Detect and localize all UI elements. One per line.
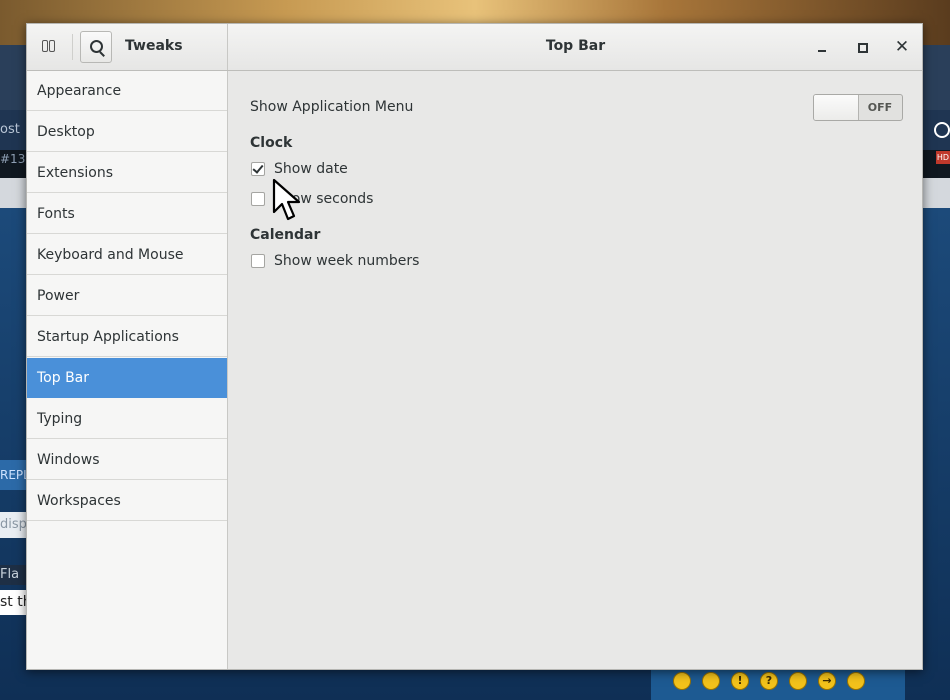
- sidebar-item-top-bar[interactable]: Top Bar: [27, 358, 227, 398]
- background-text-fragment: #134: [0, 152, 26, 166]
- show-seconds-checkbox[interactable]: [251, 192, 265, 206]
- idea-emoji-icon: [789, 672, 807, 690]
- sidebar-item-workspaces[interactable]: Workspaces: [27, 481, 227, 521]
- question-emoji-icon: ?: [760, 672, 778, 690]
- header-separator: [72, 34, 73, 60]
- background-text-fragment: Fla: [0, 565, 26, 585]
- clock-section-title: Clock: [250, 135, 293, 151]
- clock-icon: [934, 122, 950, 138]
- sidebar-item-windows[interactable]: Windows: [27, 440, 227, 480]
- mouse-pointer-icon: [272, 178, 301, 221]
- sidebar-item-extensions[interactable]: Extensions: [27, 153, 227, 193]
- week-numbers-checkbox[interactable]: [251, 254, 265, 268]
- background-text-fragment: st th: [0, 590, 26, 615]
- background-text-fragment: displ: [0, 512, 26, 538]
- exclamation-emoji-icon: !: [731, 672, 749, 690]
- tweaks-window: Tweaks Top Bar ✕ Appearance Desktop Exte…: [26, 23, 923, 670]
- extensions-button[interactable]: [36, 36, 62, 58]
- angry-emoji-icon: [673, 672, 691, 690]
- switch-state-text: OFF: [867, 101, 893, 114]
- sidebar: Appearance Desktop Extensions Fonts Keyb…: [27, 71, 228, 669]
- extension-icon: [49, 40, 55, 52]
- header-bar: Tweaks Top Bar ✕: [27, 24, 922, 71]
- calendar-section-title: Calendar: [250, 227, 321, 243]
- arrow-emoji-icon: →: [818, 672, 836, 690]
- neutral-emoji-icon: [847, 672, 865, 690]
- search-button[interactable]: [80, 31, 112, 63]
- hd-badge: HD: [936, 151, 950, 164]
- app-menu-label: Show Application Menu: [250, 99, 414, 115]
- maximize-button[interactable]: [850, 35, 874, 59]
- background-text-fragment: ost: [0, 122, 20, 137]
- sidebar-item-desktop[interactable]: Desktop: [27, 112, 227, 152]
- sidebar-item-fonts[interactable]: Fonts: [27, 194, 227, 234]
- sidebar-header: Tweaks: [27, 24, 228, 70]
- show-date-label[interactable]: Show date: [274, 161, 348, 177]
- sidebar-item-power[interactable]: Power: [27, 276, 227, 316]
- week-numbers-label[interactable]: Show week numbers: [274, 253, 419, 269]
- minimize-button[interactable]: [810, 35, 834, 59]
- switch-knob: [814, 95, 859, 120]
- cool-emoji-icon: [702, 672, 720, 690]
- sidebar-item-appearance[interactable]: Appearance: [27, 71, 227, 111]
- sidebar-item-startup-applications[interactable]: Startup Applications: [27, 317, 227, 357]
- background-reply-button: REPL: [0, 460, 26, 490]
- extension-icon: [42, 40, 48, 52]
- close-button[interactable]: ✕: [890, 35, 914, 59]
- sidebar-item-keyboard-mouse[interactable]: Keyboard and Mouse: [27, 235, 227, 275]
- app-menu-switch[interactable]: OFF: [813, 94, 903, 121]
- app-title: Tweaks: [125, 38, 183, 54]
- settings-panel: Show Application Menu OFF Clock Show dat…: [228, 71, 922, 669]
- sidebar-item-typing[interactable]: Typing: [27, 399, 227, 439]
- show-date-checkbox[interactable]: [251, 162, 265, 176]
- search-icon-handle: [99, 51, 105, 57]
